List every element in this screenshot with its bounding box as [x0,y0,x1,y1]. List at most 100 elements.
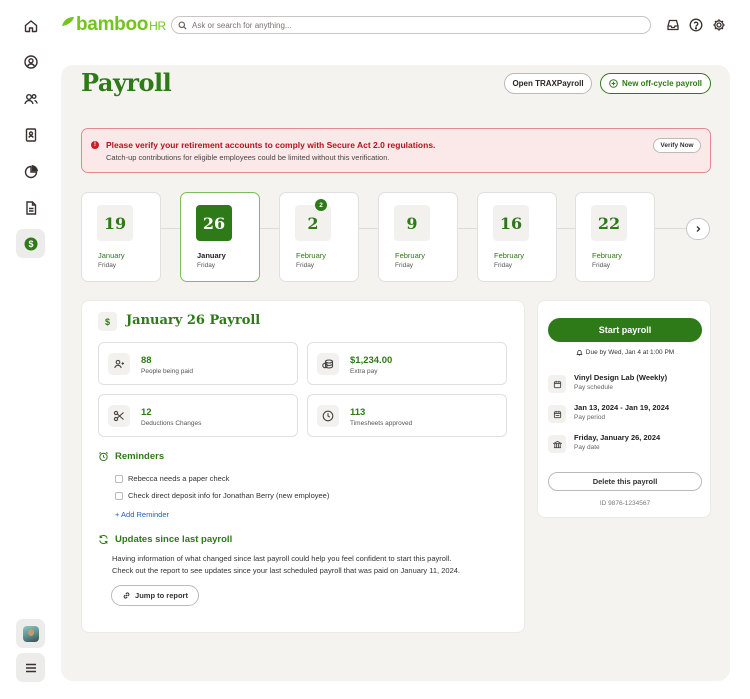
date-card[interactable]: 2 2 February Friday [279,192,359,282]
profile-icon[interactable] [16,47,45,76]
verify-now-button[interactable]: Verify Now [653,138,701,153]
documents-icon[interactable] [16,193,45,222]
updates-heading: Updates since last payroll [98,534,232,545]
payroll-summary-card: Start payroll Due by Wed, Jan 4 at 1:00 … [537,300,711,518]
bank-icon [548,435,566,453]
updates-text-line-2: Check out the report to see updates sinc… [112,566,460,575]
date-card[interactable]: 9 February Friday [378,192,458,282]
date-weekday: Friday [592,262,611,269]
date-weekday: Friday [296,262,315,269]
stat-timesheets[interactable]: 113 Timesheets approved [307,394,507,437]
reminder-item[interactable]: Rebecca needs a paper check [115,474,229,483]
date-weekday: Friday [395,262,414,269]
pay-date-row: Friday, January 26, 2024 Pay date [548,433,660,453]
open-traxpayroll-button[interactable]: Open TRAXPayroll [504,73,592,94]
left-rail: $ [0,0,62,699]
leaf-icon [62,17,74,26]
date-card-selected[interactable]: 26 January Friday [180,192,260,282]
search-bar[interactable] [171,16,651,34]
logo-suffix: HR [149,19,166,33]
stat-deductions[interactable]: 12 Deductions Changes [98,394,298,437]
payroll-icon[interactable]: $ [16,229,45,258]
bamboohr-logo[interactable]: bamboo HR [61,14,166,36]
new-offcycle-payroll-button[interactable]: New off-cycle payroll [600,73,711,94]
menu-icon[interactable] [16,653,45,682]
home-icon[interactable] [16,11,45,40]
date-day: 22 [591,205,627,241]
reminder-checkbox[interactable] [115,491,123,500]
date-day: 26 [196,205,232,241]
alarm-clock-icon [99,451,108,462]
date-month: February [592,251,623,260]
clock-icon [317,405,339,427]
avatar[interactable] [16,619,45,648]
calendar-icon [548,375,566,393]
pay-schedule-label: Pay schedule [574,384,614,391]
stat-extra-pay[interactable]: $1,234.00 Extra pay [307,342,507,385]
notification-badge: 2 [315,199,327,211]
start-payroll-button[interactable]: Start payroll [548,318,702,342]
link-icon [123,592,130,599]
reminder-checkbox[interactable] [115,474,123,483]
dollar-icon: $ [98,312,117,331]
stat-people-paid[interactable]: 88 People being paid [98,342,298,385]
add-reminder-link[interactable]: + Add Reminder [115,510,169,519]
date-day: 2 [295,205,331,241]
settings-icon[interactable] [711,17,727,33]
pay-schedule-row: Vinyl Design Lab (Weekly) Pay schedule [548,373,667,393]
pay-period-label: Pay period [574,414,606,421]
pay-date-value: Friday, January 26, 2024 [574,433,661,442]
alert-subtitle: Catch-up contributions for eligible empl… [106,153,390,162]
jump-to-report-label: Jump to report [135,591,188,600]
date-day: 19 [97,205,133,241]
stat-value: 113 [350,407,366,418]
next-dates-button[interactable] [686,218,710,240]
page-title: Payroll [81,68,172,97]
help-icon[interactable] [688,17,704,33]
alert-icon: ! [91,141,99,149]
inbox-icon[interactable] [665,17,681,33]
stat-value: 88 [141,355,152,366]
reminder-text: Rebecca needs a paper check [128,474,230,483]
open-traxpayroll-label: Open TRAXPayroll [512,79,584,88]
svg-text:$: $ [28,239,33,249]
date-card[interactable]: 16 February Friday [477,192,557,282]
delete-payroll-button[interactable]: Delete this payroll [548,472,702,491]
search-icon [178,20,187,30]
updates-text-line-1: Having information of what changed since… [112,554,452,563]
date-month: February [395,251,426,260]
stat-label: Deductions Changes [141,420,202,427]
coins-icon [317,353,339,375]
payroll-detail-card: $ January 26 Payroll 88 People being pai… [81,300,525,633]
pay-period-row: Jan 13, 2024 - Jan 19, 2024 Pay period [548,403,669,423]
stat-value: 12 [141,407,152,418]
people-icon[interactable] [16,84,45,113]
stat-label: Extra pay [350,368,378,375]
bell-icon [576,350,583,356]
reminders-heading: Reminders [98,451,164,462]
directory-icon[interactable] [16,120,45,149]
reports-icon[interactable] [16,157,45,186]
date-weekday: Friday [98,262,117,269]
date-card[interactable]: 19 January Friday [81,192,161,282]
reminder-text: Check direct deposit info for Jonathan B… [128,491,330,500]
date-month: January [197,251,226,260]
jump-to-report-button[interactable]: Jump to report [111,585,199,606]
stat-value: $1,234.00 [350,355,393,366]
alert-title: Please verify your retirement accounts t… [106,140,436,150]
date-day: 9 [394,205,430,241]
pay-date-label: Pay date [574,444,600,451]
calendar-range-icon [548,405,566,423]
reminder-item[interactable]: Check direct deposit info for Jonathan B… [115,491,329,500]
date-month: February [494,251,525,260]
date-weekday: Friday [494,262,513,269]
reminders-heading-text: Reminders [115,451,165,462]
date-card[interactable]: 22 February Friday [575,192,655,282]
secure-act-alert: ! Please verify your retirement accounts… [81,128,711,173]
people-icon [108,353,130,375]
pay-schedule-value: Vinyl Design Lab (Weekly) [574,373,668,382]
new-offcycle-payroll-label: New off-cycle payroll [621,79,703,88]
search-input[interactable] [192,20,632,30]
stat-label: People being paid [141,368,194,375]
payroll-panel: Payroll Open TRAXPayroll New off-cycle p… [61,65,730,681]
